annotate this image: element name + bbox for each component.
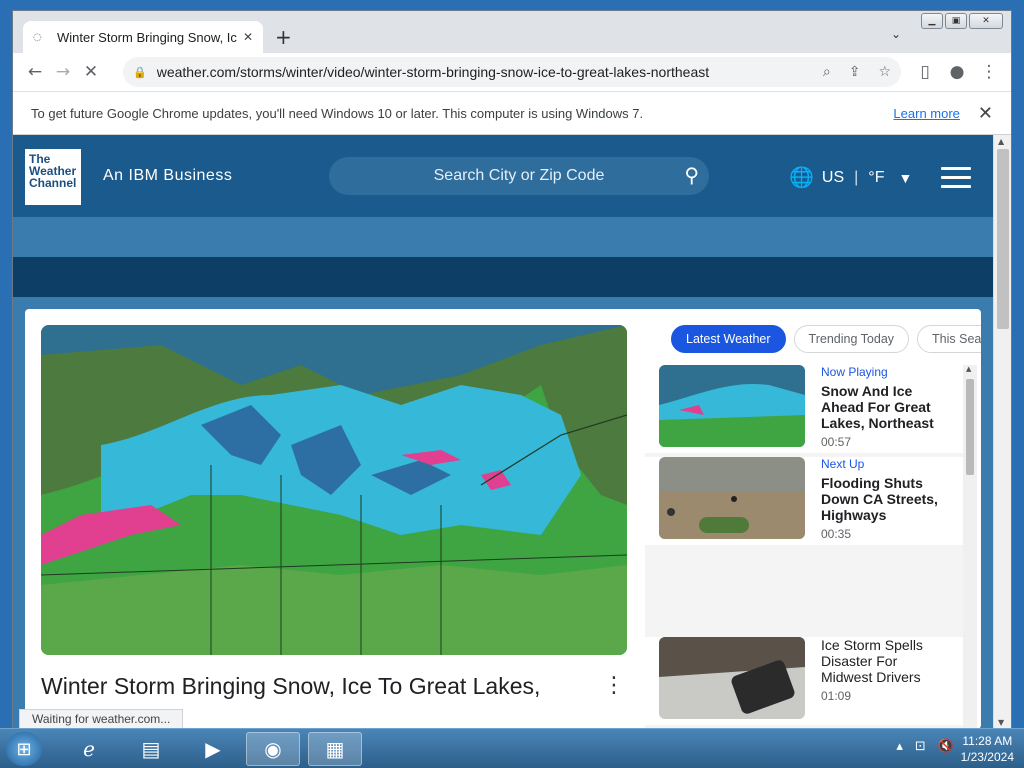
file-explorer-icon[interactable]: ▤	[124, 732, 178, 766]
tab-strip: ◌ Winter Storm Bringing Snow, Ice ✕ + ⌄ …	[13, 11, 1011, 53]
back-icon[interactable]: ←	[21, 62, 49, 82]
site-header: The Weather Channel An IBM Business Search…	[13, 135, 995, 217]
side-panel-icon[interactable]: ▯	[911, 62, 939, 82]
update-infobar: To get future Google Chrome updates, you…	[13, 91, 1011, 135]
system-tray: ▴ ⊡ 🔇	[896, 739, 954, 754]
url-text[interactable]: weather.com/storms/winter/video/winter-s…	[157, 64, 805, 80]
tab-this-season[interactable]: This Sea	[917, 325, 981, 353]
share-icon[interactable]: ⇪	[849, 64, 861, 80]
video-card: Winter Storm Bringing Snow, Ice To Great…	[25, 309, 981, 729]
tab-latest-weather[interactable]: Latest Weather	[671, 325, 786, 353]
ad-band	[13, 257, 995, 297]
video-thumbnail[interactable]	[659, 365, 805, 447]
video-thumbnail[interactable]	[659, 637, 805, 719]
page-viewport: The Weather Channel An IBM Business Search…	[13, 135, 995, 729]
search-input[interactable]: Search City or Zip Code ⚲	[329, 157, 709, 195]
media-player-icon[interactable]: ▶	[186, 732, 240, 766]
page-scrollbar[interactable]: ▲ ▼	[993, 135, 1011, 729]
lock-icon[interactable]: 🔒	[133, 66, 147, 79]
ice-storm-thumbnail-graphic	[659, 637, 805, 719]
close-infobar-icon[interactable]: ✕	[978, 103, 993, 124]
zoom-icon[interactable]: ⌕	[823, 64, 831, 80]
chrome-icon[interactable]: ◉	[246, 732, 300, 766]
clock-date: 1/23/2024	[960, 750, 1014, 764]
ibm-tagline: An IBM Business	[103, 167, 233, 184]
playlist-item-duration: 01:09	[821, 689, 852, 703]
tab-title: Winter Storm Bringing Snow, Ice	[57, 29, 237, 45]
tab-search-chevron-icon[interactable]: ⌄	[891, 27, 901, 41]
playlist-item-meta: Next Up Flooding Shuts Down CA Streets, …	[821, 457, 951, 541]
video-title[interactable]: Winter Storm Bringing Snow, Ice To Great…	[41, 673, 540, 700]
status-bubble: Waiting for weather.com...	[19, 709, 184, 729]
show-hidden-icons-icon[interactable]: ▴	[896, 739, 903, 754]
flood-thumbnail-graphic	[659, 457, 805, 539]
locale-selector[interactable]: 🌐 US | °F ▼	[789, 165, 912, 190]
playlist-item[interactable]: Ice Storm Spells Disaster For Midwest Dr…	[645, 637, 963, 725]
scroll-up-arrow-icon[interactable]: ▲	[966, 365, 971, 373]
loading-icon: ◌	[33, 31, 42, 43]
playlist-item[interactable]: Next Up Flooding Shuts Down CA Streets, …	[645, 457, 963, 545]
search-icon[interactable]: ⚲	[684, 163, 699, 187]
start-button[interactable]: ⊞	[6, 732, 42, 766]
window-controls: ▁ ▣ ✕	[921, 13, 1003, 29]
video-playlist: Now Playing Snow And Ice Ahead For Great…	[645, 365, 963, 729]
next-up-label: Next Up	[821, 457, 865, 471]
video-player[interactable]	[41, 325, 627, 655]
hamburger-menu-icon[interactable]	[941, 167, 971, 194]
control-panel-icon[interactable]: ▦	[308, 732, 362, 766]
playlist-item-title: Flooding Shuts Down CA Streets, Highways	[821, 475, 938, 523]
twc-logo[interactable]: The Weather Channel	[25, 149, 81, 205]
playlist-tabs: Latest Weather Trending Today This Sea	[671, 325, 981, 355]
playlist-item-meta: Now Playing Snow And Ice Ahead For Great…	[821, 365, 951, 449]
page-scroll-thumb[interactable]	[997, 149, 1009, 329]
profile-avatar-icon[interactable]: ●	[943, 62, 971, 82]
playlist-item-duration: 00:57	[821, 435, 852, 449]
tab-trending-today[interactable]: Trending Today	[793, 325, 910, 353]
video-more-options-icon[interactable]: ⋮	[603, 673, 625, 698]
minimize-button[interactable]: ▁	[921, 13, 943, 29]
browser-tab[interactable]: ◌ Winter Storm Bringing Snow, Ice ✕	[23, 21, 263, 53]
playlist-item-duration: 00:35	[821, 527, 852, 541]
playlist-scrollbar[interactable]: ▲	[963, 365, 977, 729]
playlist-item-title: Ice Storm Spells Disaster For Midwest Dr…	[821, 637, 923, 685]
tab-close-icon[interactable]: ✕	[243, 30, 253, 44]
now-playing-label: Now Playing	[821, 365, 888, 379]
network-icon[interactable]: ⊡	[915, 739, 926, 754]
search-placeholder: Search City or Zip Code	[433, 167, 605, 184]
clock-time: 11:28 AM	[962, 734, 1013, 748]
internet-explorer-icon[interactable]: ℯ	[62, 732, 116, 766]
system-clock[interactable]: 11:28 AM 1/23/2024	[961, 733, 1014, 765]
caret-down-icon: ▼	[898, 169, 913, 186]
learn-more-link[interactable]: Learn more	[893, 106, 959, 121]
nav-band	[13, 217, 995, 257]
bookmark-star-icon[interactable]: ☆	[878, 64, 891, 80]
forward-icon[interactable]: →	[49, 62, 77, 82]
radar-map-graphic	[41, 325, 627, 655]
windows-taskbar: ⊞ ℯ ▤ ▶ ◉ ▦ ▴ ⊡ 🔇 11:28 AM 1/23/2024	[0, 728, 1024, 768]
volume-muted-icon[interactable]: 🔇	[938, 739, 954, 754]
browser-toolbar: ← → ✕ 🔒 weather.com/storms/winter/video/…	[13, 53, 1011, 91]
address-bar[interactable]: 🔒 weather.com/storms/winter/video/winter…	[123, 57, 901, 87]
playlist-item-meta: Ice Storm Spells Disaster For Midwest Dr…	[821, 637, 951, 703]
playlist-item[interactable]: Now Playing Snow And Ice Ahead For Great…	[645, 365, 963, 453]
playlist-scroll-thumb[interactable]	[966, 379, 974, 475]
stop-loading-icon[interactable]: ✕	[77, 62, 105, 82]
locale-label: US	[821, 168, 845, 186]
infobar-message: To get future Google Chrome updates, you…	[31, 105, 644, 121]
divider: |	[854, 168, 859, 186]
scroll-down-arrow-icon[interactable]: ▼	[998, 718, 1004, 727]
radar-thumbnail-graphic	[659, 365, 805, 447]
browser-window: ◌ Winter Storm Bringing Snow, Ice ✕ + ⌄ …	[12, 10, 1012, 729]
video-thumbnail[interactable]	[659, 457, 805, 539]
globe-icon: 🌐	[789, 167, 814, 189]
menu-kebab-icon[interactable]: ⋮	[975, 62, 1003, 82]
playlist-item-title: Snow And Ice Ahead For Great Lakes, Nort…	[821, 383, 934, 431]
maximize-button[interactable]: ▣	[945, 13, 967, 29]
close-window-button[interactable]: ✕	[969, 13, 1003, 29]
unit-label: °F	[868, 168, 885, 186]
new-tab-button[interactable]: +	[275, 25, 292, 49]
scroll-up-arrow-icon[interactable]: ▲	[998, 137, 1004, 146]
